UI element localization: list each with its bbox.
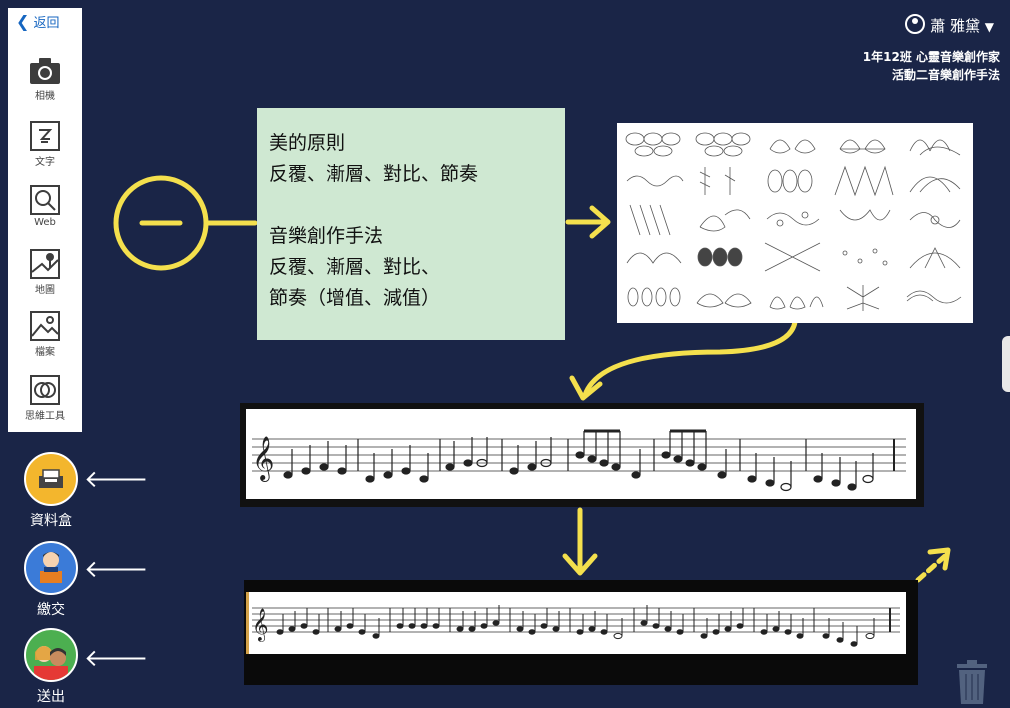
notes-group xyxy=(276,605,891,647)
leaf-pattern-image[interactable] xyxy=(617,123,973,323)
svg-text:𝄞: 𝄞 xyxy=(252,436,274,482)
music-score-variation[interactable]: 𝄞 xyxy=(244,580,918,685)
principles-card[interactable]: 美的原則 反覆、漸層、對比、節奏 音樂創作手法 反覆、漸層、對比、 節奏（增值、… xyxy=(257,108,565,340)
score-paper: 𝄞 xyxy=(246,592,906,654)
card-techniques-list-2: 節奏（增值、減值） xyxy=(269,287,441,309)
side-panel-handle[interactable] xyxy=(1002,336,1010,392)
card-techniques-list-1: 反覆、漸層、對比、 xyxy=(269,256,441,278)
leaf-patterns-grid xyxy=(625,132,962,311)
score-paper: 𝄞 xyxy=(246,409,916,499)
card-heading-principles: 美的原則 xyxy=(269,132,346,154)
curved-arrow-drawing xyxy=(582,319,798,398)
card-heading-techniques: 音樂創作手法 xyxy=(269,225,384,247)
trash-can-icon[interactable] xyxy=(955,660,989,708)
music-score-original[interactable]: 𝄞 xyxy=(240,403,924,507)
svg-text:𝄞: 𝄞 xyxy=(252,608,269,642)
dashed-arrow-drawing xyxy=(915,553,948,583)
staff-notation-1: 𝄞 xyxy=(252,429,906,492)
card-principles-list: 反覆、漸層、對比、節奏 xyxy=(269,163,479,185)
staff-notation-2: 𝄞 xyxy=(246,592,900,654)
